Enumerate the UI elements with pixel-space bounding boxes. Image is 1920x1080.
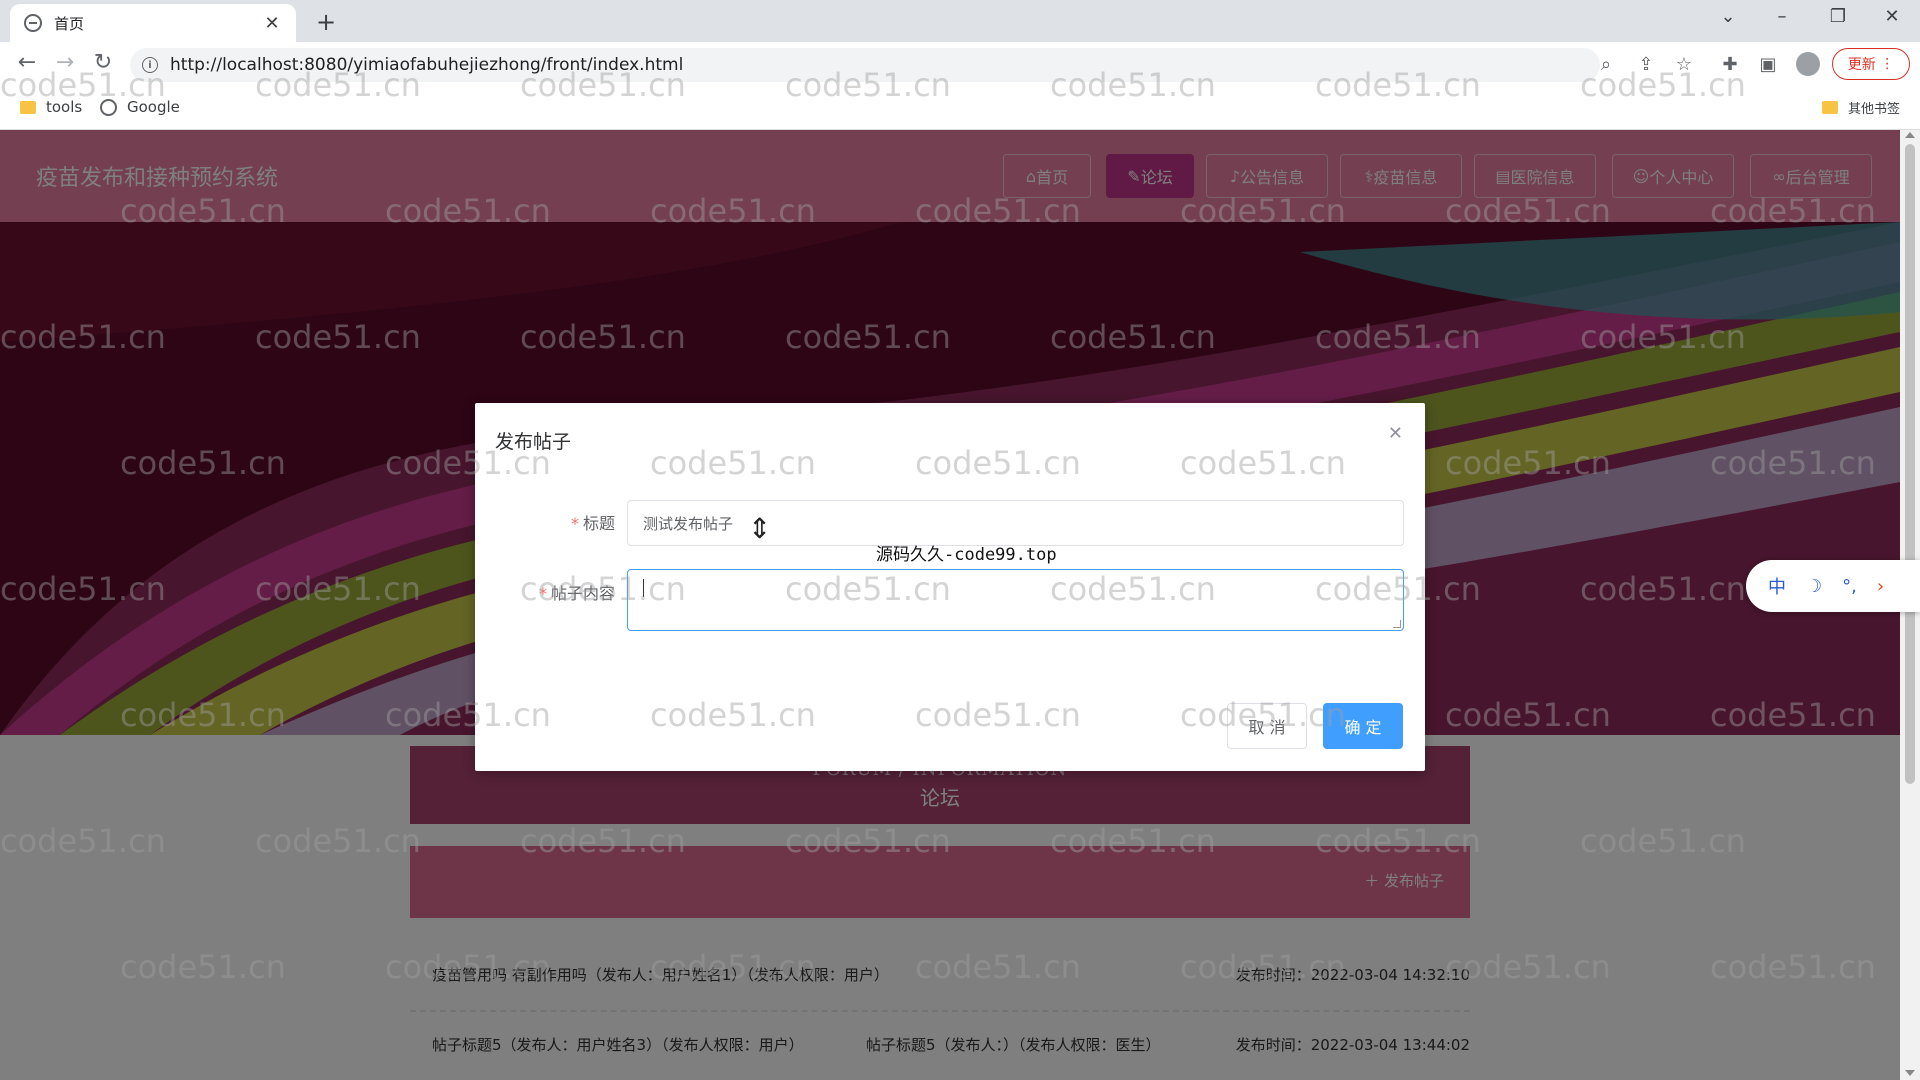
scrollbar-thumb[interactable] bbox=[1905, 144, 1915, 784]
text-cursor-icon: ⇕ bbox=[748, 512, 772, 545]
web-page: 疫苗发布和接种预约系统 ⌂首页 ✎论坛 ♪公告信息 ⚕疫苗信息 ▤医院信息 ☺个… bbox=[0, 130, 1900, 1080]
content-label: * 帖子内容 bbox=[538, 584, 615, 603]
extensions-icon[interactable]: ✚ bbox=[1718, 54, 1742, 75]
window-close-icon[interactable]: ✕ bbox=[1878, 6, 1906, 27]
bookmark-label: Google bbox=[127, 98, 180, 116]
bookmarks-bar: tools Google 其他书签 bbox=[0, 88, 1920, 130]
back-icon[interactable]: ← bbox=[12, 50, 42, 75]
bookmark-tools[interactable]: tools bbox=[20, 98, 82, 116]
folder-icon bbox=[1822, 101, 1838, 114]
profile-avatar-icon[interactable] bbox=[1796, 52, 1820, 76]
bookmark-label: tools bbox=[46, 98, 83, 116]
overlay-caption: 源码久久-code99.top bbox=[876, 545, 1057, 565]
close-icon[interactable]: ✕ bbox=[1388, 423, 1403, 444]
restore-icon[interactable]: ❐ bbox=[1824, 6, 1852, 27]
text-caret bbox=[643, 578, 644, 597]
reload-icon[interactable]: ↻ bbox=[88, 50, 118, 75]
scroll-down-icon[interactable] bbox=[1905, 1070, 1915, 1076]
cancel-button[interactable]: 取 消 bbox=[1227, 703, 1307, 749]
zoom-icon[interactable]: ⌕ bbox=[1594, 54, 1618, 75]
scroll-up-icon[interactable] bbox=[1905, 132, 1915, 138]
globe-icon bbox=[24, 14, 42, 32]
globe-icon bbox=[100, 98, 117, 116]
bookmark-star-icon[interactable]: ☆ bbox=[1672, 54, 1696, 75]
ime-punctuation-icon[interactable]: °, bbox=[1842, 576, 1857, 597]
update-button[interactable]: 更新 ⋮ bbox=[1832, 48, 1910, 80]
title-input-value: 测试发布帖子 bbox=[643, 514, 734, 533]
tab-title: 首页 bbox=[54, 14, 85, 33]
address-bar[interactable]: i http://localhost:8080/yimiaofabuhejiez… bbox=[130, 48, 1600, 82]
ime-language-icon[interactable]: 中 bbox=[1768, 573, 1786, 599]
folder-icon bbox=[20, 100, 36, 114]
other-bookmarks[interactable]: 其他书签 bbox=[1822, 98, 1900, 117]
tab-search-icon[interactable]: ⌄ bbox=[1714, 6, 1742, 27]
content-textarea[interactable] bbox=[627, 569, 1404, 631]
ime-moon-icon[interactable]: ☽ bbox=[1806, 576, 1822, 597]
confirm-button[interactable]: 确 定 bbox=[1323, 703, 1403, 749]
close-tab-icon[interactable]: ✕ bbox=[262, 13, 282, 34]
title-label: * 标题 bbox=[570, 514, 615, 533]
new-tab-button[interactable]: + bbox=[312, 8, 340, 36]
info-icon[interactable]: i bbox=[142, 57, 158, 73]
browser-tab-bar: 首页 ✕ + ⌄ – ❐ ✕ bbox=[0, 0, 1920, 42]
browser-tab[interactable]: 首页 ✕ bbox=[10, 4, 296, 42]
dialog-title: 发布帖子 bbox=[495, 431, 572, 453]
resize-handle[interactable] bbox=[1393, 620, 1401, 628]
bookmark-google[interactable]: Google bbox=[100, 98, 180, 116]
ime-expand-icon[interactable]: › bbox=[1877, 576, 1884, 597]
update-label: 更新 bbox=[1847, 57, 1876, 73]
share-icon[interactable]: ⇪ bbox=[1634, 54, 1658, 75]
publish-post-dialog: 发布帖子 ✕ * 标题 测试发布帖子 * 帖子内容 取 消 确 定 bbox=[475, 403, 1425, 771]
url-text: http://localhost:8080/yimiaofabuhejiezho… bbox=[170, 55, 684, 75]
minimize-icon[interactable]: – bbox=[1768, 6, 1796, 27]
side-panel-icon[interactable]: ▣ bbox=[1756, 54, 1780, 75]
forward-icon[interactable]: → bbox=[50, 50, 80, 75]
browser-toolbar: ← → ↻ i http://localhost:8080/yimiaofabu… bbox=[0, 42, 1920, 88]
ime-toolbar[interactable]: 中 ☽ °, › bbox=[1746, 560, 1920, 612]
other-bookmarks-label: 其他书签 bbox=[1848, 102, 1901, 117]
